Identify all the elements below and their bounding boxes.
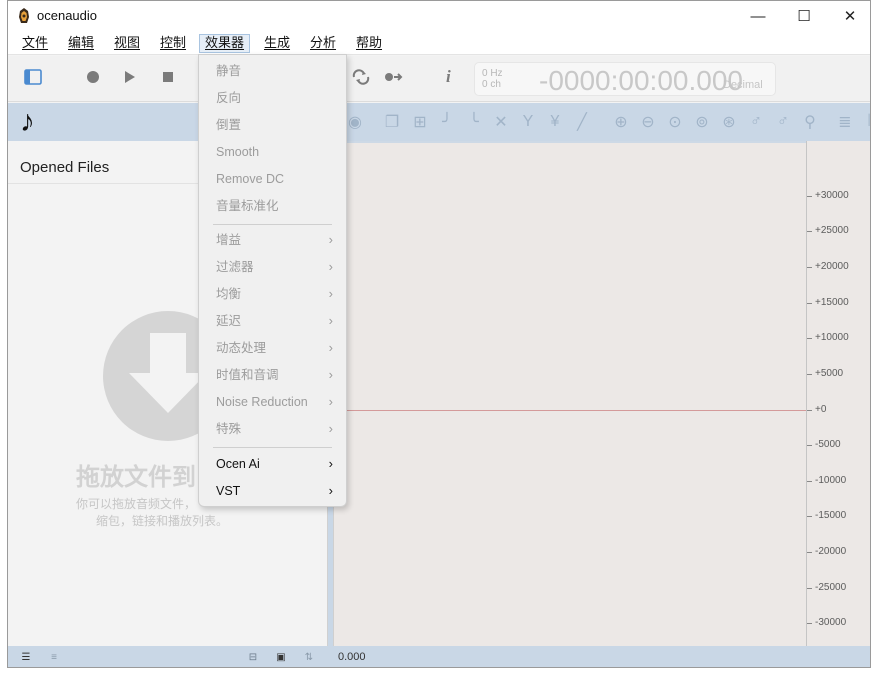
display-time: -0000:00:00.000 <box>539 65 743 96</box>
menu-file[interactable]: 文件 <box>17 34 53 53</box>
menu-item-normalize[interactable]: 音量标准化 <box>199 193 346 219</box>
main-toolbar: i 0 Hz 0 ch -0000:00:00.000 Decimal <box>8 56 870 102</box>
menu-item-smooth[interactable]: Smooth <box>199 139 346 165</box>
menu-item-vst[interactable]: VST › <box>199 478 346 504</box>
chevron-right-icon: › <box>328 367 333 382</box>
menu-view[interactable]: 视图 <box>109 34 145 53</box>
menu-bar: 文件 编辑 视图 控制 效果器 生成 分析 帮助 <box>8 31 870 55</box>
edit-toolbar: ◉ ❐ ⊞ ╯ ╰ ✕ Y ¥ ╱ ⊕ ⊖ ⊙ ⊚ ⊛ ♂ ♂ ⚲ ≣ ⦀ <box>333 103 870 141</box>
spectrogram-icon[interactable]: ▣ <box>274 651 288 663</box>
title-bar: ocenaudio — ☐ ✕ <box>8 1 870 31</box>
fade-out-icon[interactable]: ╰ <box>464 112 484 132</box>
menu-item-remove-dc[interactable]: Remove DC <box>199 166 346 192</box>
zoom-all-icon[interactable]: ⊛ <box>719 112 739 132</box>
menu-edit[interactable]: 编辑 <box>63 34 99 53</box>
music-note-icon[interactable]: ♪ <box>20 107 35 137</box>
add-region-icon[interactable]: ⊞ <box>410 112 430 132</box>
menu-analyze[interactable]: 分析 <box>305 34 341 53</box>
display-ch: 0 ch <box>482 79 501 90</box>
zoom-selection-icon[interactable]: ⊚ <box>692 112 712 132</box>
chevron-right-icon: › <box>328 313 333 328</box>
merge-icon[interactable]: ¥ <box>545 112 565 132</box>
chevron-right-icon: › <box>328 456 333 471</box>
drop-zone-hint-line1: 你可以拖放音频文件， <box>76 497 197 511</box>
menu-item-gain[interactable]: 增益 › <box>199 227 346 253</box>
menu-item-filters[interactable]: 过滤器 › <box>199 254 346 280</box>
menu-separator <box>213 447 332 448</box>
amplitude-ruler: +30000 +25000 +20000 +15000 +10000 +5000… <box>806 141 870 646</box>
vzoom-reset-icon[interactable]: ⚲ <box>800 112 820 132</box>
play-icon[interactable] <box>124 70 136 84</box>
fit-icon[interactable]: ⊟ <box>246 651 260 663</box>
menu-item-mute[interactable]: 静音 <box>199 58 346 84</box>
menu-item-time-pitch[interactable]: 时值和音调 › <box>199 362 346 388</box>
menu-item-equalizer[interactable]: 均衡 › <box>199 281 346 307</box>
menu-help[interactable]: 帮助 <box>351 34 387 53</box>
copy-icon[interactable]: ❐ <box>382 112 402 132</box>
menu-item-special[interactable]: 特殊 › <box>199 416 346 442</box>
sort-icon[interactable]: ⇅ <box>302 651 316 663</box>
ocenaudio-logo-icon <box>19 8 29 23</box>
status-bar: ☰ ≡ ⊟ ▣ ⇅ 0.000 <box>8 646 870 667</box>
menu-generate[interactable]: 生成 <box>259 34 295 53</box>
vzoom-in-icon[interactable]: ♂ <box>746 112 766 132</box>
grip-icon[interactable]: ⦀ <box>861 112 870 132</box>
menu-effects[interactable]: 效果器 <box>199 34 251 53</box>
display-hz: 0 Hz <box>482 68 503 79</box>
display-format[interactable]: Decimal <box>723 79 763 91</box>
compact-view-icon[interactable]: ≡ <box>47 651 61 663</box>
list-view-icon[interactable]: ☰ <box>19 651 33 663</box>
menu-item-ocen-ai[interactable]: Ocen Ai › <box>199 451 346 477</box>
opened-files-title: Opened Files <box>20 159 110 176</box>
playhead-icon[interactable] <box>384 71 404 83</box>
menu-separator <box>213 224 332 225</box>
record-icon[interactable] <box>86 70 100 84</box>
info-icon[interactable]: i <box>446 67 451 87</box>
menu-item-noise-reduction[interactable]: Noise Reduction › <box>199 389 346 415</box>
time-display: 0 Hz 0 ch -0000:00:00.000 Decimal <box>474 62 776 96</box>
chevron-right-icon: › <box>328 394 333 409</box>
vzoom-out-icon[interactable]: ♂ <box>773 112 793 132</box>
ramp-icon[interactable]: ╱ <box>572 112 592 132</box>
zoom-fit-icon[interactable]: ⊙ <box>665 112 685 132</box>
zoom-in-icon[interactable]: ⊕ <box>611 112 631 132</box>
chevron-right-icon: › <box>328 286 333 301</box>
zoom-out-icon[interactable]: ⊖ <box>638 112 658 132</box>
sidebar-toggle-icon[interactable] <box>24 69 42 85</box>
app-window: ocenaudio — ☐ ✕ 文件 编辑 视图 控制 效果器 生成 分析 帮助 <box>7 0 871 668</box>
close-button[interactable]: ✕ <box>827 1 870 31</box>
chevron-right-icon: › <box>328 259 333 274</box>
list-icon[interactable]: ≣ <box>835 112 855 132</box>
maximize-button[interactable]: ☐ <box>781 1 827 31</box>
status-time: 0.000 <box>338 651 366 663</box>
menu-item-reverse[interactable]: 反向 <box>199 85 346 111</box>
chevron-right-icon: › <box>328 421 333 436</box>
menu-item-dynamics[interactable]: 动态处理 › <box>199 335 346 361</box>
stop-icon[interactable] <box>162 71 174 83</box>
waveform-canvas[interactable] <box>333 143 807 646</box>
cross-fade-icon[interactable]: ✕ <box>491 112 511 132</box>
minimize-button[interactable]: — <box>735 1 781 31</box>
chevron-right-icon: › <box>328 232 333 247</box>
menu-control[interactable]: 控制 <box>155 34 191 53</box>
ring-icon[interactable]: ◉ <box>345 112 365 132</box>
effects-menu: 静音 反向 倒置 Smooth Remove DC 音量标准化 增益 › 过滤器 ›… <box>198 54 347 507</box>
menu-item-delay[interactable]: 延迟 › <box>199 308 346 334</box>
menu-item-invert[interactable]: 倒置 <box>199 112 346 138</box>
display-info: 0 Hz 0 ch <box>482 68 503 90</box>
zero-line <box>334 410 807 411</box>
drop-zone-title: 拖放文件到 <box>76 464 196 491</box>
chevron-right-icon: › <box>328 340 333 355</box>
fade-in-icon[interactable]: ╯ <box>437 112 457 132</box>
split-icon[interactable]: Y <box>518 112 538 132</box>
drop-zone-hint-line2: 缩包，链接和播放列表。 <box>96 514 229 528</box>
window-title: ocenaudio <box>37 8 97 23</box>
chevron-right-icon: › <box>328 483 333 498</box>
waveform-area: +30000 +25000 +20000 +15000 +10000 +5000… <box>333 141 870 646</box>
loop-icon[interactable] <box>351 69 371 85</box>
